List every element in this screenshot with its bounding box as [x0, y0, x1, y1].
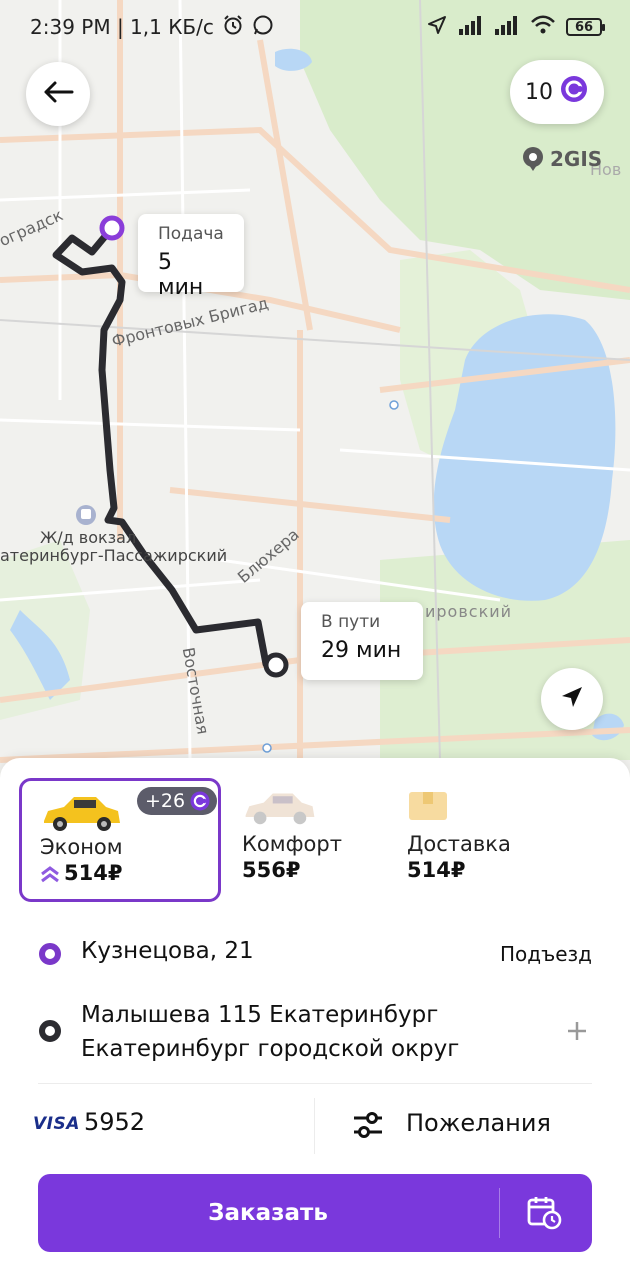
tariff-name: Эконом — [40, 835, 123, 859]
tariff-price-row: 514₽ — [407, 858, 465, 882]
tariff-economy[interactable]: +26 Эконом 514₽ — [19, 778, 221, 902]
order-sheet: +26 Эконом 514₽ Комфорт 556₽ Доставка 51… — [0, 758, 630, 1280]
surge-chevrons-icon — [41, 866, 59, 883]
station-label: атеринбург-Пассажирский — [0, 546, 228, 565]
box-icon — [407, 788, 449, 826]
pickup-value: 5 мин — [158, 250, 204, 300]
status-bar: 2:39 PM | 1,1 КБ/с 66 — [0, 0, 630, 54]
divider — [38, 1083, 592, 1084]
status-time: 2:39 PM | 1,1 КБ/с — [30, 15, 214, 39]
tariff-comfort[interactable]: Комфорт 556₽ — [224, 778, 394, 902]
divider — [314, 1098, 315, 1154]
trip-label: В пути — [321, 612, 381, 632]
locate-icon — [559, 684, 585, 714]
tariff-selector: +26 Эконом 514₽ Комфорт 556₽ Доставка 51… — [19, 778, 619, 902]
signal-icon — [494, 15, 520, 40]
2gis-logo-icon — [523, 147, 543, 171]
entrance-button[interactable]: Подъезд — [500, 942, 592, 966]
tariff-bonus-value: +26 — [145, 790, 186, 812]
tariff-price: 514₽ — [407, 858, 466, 882]
bonus-points-button[interactable]: 10 — [510, 60, 604, 124]
bonus-count: 10 — [525, 79, 553, 105]
map-provider-logo: 2GIS — [520, 146, 602, 172]
tariff-price: 556₽ — [242, 858, 301, 882]
tariff-price: 514₽ — [64, 861, 123, 885]
battery-indicator: 66 — [566, 18, 605, 36]
pickup-label: Подача — [158, 224, 224, 244]
pickup-time-bubble: Подача 5 мин — [138, 214, 244, 300]
order-button[interactable]: Заказать — [38, 1174, 592, 1252]
tariff-bonus-badge: +26 — [137, 787, 218, 815]
station-label: Ж/д вокзал — [40, 528, 137, 547]
order-button-label: Заказать — [208, 1200, 328, 1226]
bonus-coin-icon — [559, 74, 589, 110]
trip-time-bubble: В пути 29 мин — [301, 602, 423, 680]
wishes-button[interactable]: Пожелания — [406, 1109, 551, 1137]
signal-icon — [458, 15, 484, 40]
add-stop-button[interactable] — [566, 1016, 588, 1049]
card-brand: VISA — [33, 1114, 80, 1134]
payment-method-button[interactable]: 5952 — [84, 1108, 145, 1136]
tariff-delivery[interactable]: Доставка 514₽ — [389, 778, 589, 902]
alarm-icon — [222, 14, 244, 41]
my-location-button[interactable] — [541, 668, 603, 730]
map-provider-name: 2GIS — [550, 147, 603, 171]
car-icon — [40, 791, 124, 839]
trip-value: 29 мин — [321, 638, 402, 663]
whatsapp-icon — [252, 14, 274, 41]
tariff-price-row: 514₽ — [40, 861, 122, 885]
plus-icon — [566, 1016, 588, 1049]
sliders-icon — [352, 1110, 384, 1144]
back-button[interactable] — [26, 62, 90, 126]
wifi-icon — [530, 15, 556, 40]
tariff-name: Доставка — [407, 832, 511, 856]
tariff-price-row: 556₽ — [242, 858, 300, 882]
tariff-name: Комфорт — [242, 832, 342, 856]
bonus-coin-icon — [190, 791, 210, 811]
back-arrow-icon — [42, 80, 74, 108]
calendar-clock-icon[interactable] — [526, 1194, 562, 1234]
origin-address[interactable]: Кузнецова, 21 — [81, 938, 254, 964]
origin-dot-icon — [39, 943, 61, 965]
destination-dot-icon — [39, 1020, 61, 1042]
district-label: ировский — [425, 602, 513, 621]
car-icon — [242, 788, 318, 832]
location-icon — [426, 14, 448, 41]
destination-address[interactable]: Малышева 115 Екатеринбург Екатеринбург г… — [81, 998, 541, 1066]
divider — [499, 1188, 500, 1238]
